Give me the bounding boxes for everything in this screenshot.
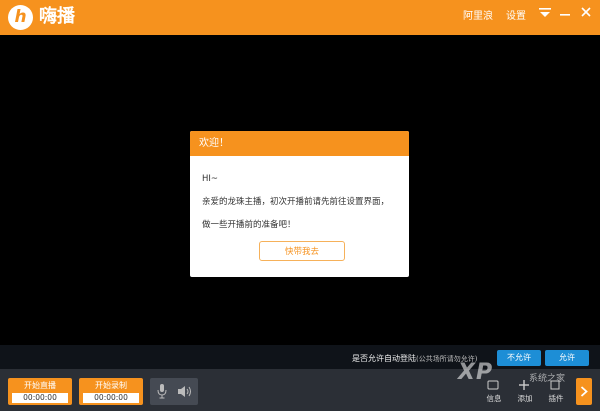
auto-login-text: 是否允许自动登陆 bbox=[352, 354, 416, 363]
app-logo: h bbox=[8, 5, 33, 30]
dialog-message: 亲爱的龙珠主播，初次开播前请先前往设置界面， bbox=[202, 197, 390, 207]
dropdown-menu-icon[interactable] bbox=[539, 8, 551, 18]
chevron-right-icon bbox=[580, 386, 588, 397]
plugin-icon bbox=[550, 380, 560, 390]
logo-glyph: h bbox=[14, 7, 27, 27]
welcome-dialog: 欢迎！ HI~ 亲爱的龙珠主播，初次开播前请先前往设置界面， 做一些开播前的准备… bbox=[190, 131, 409, 277]
add-label: 添加 bbox=[517, 394, 533, 403]
settings-link[interactable]: 设置 bbox=[506, 7, 526, 22]
deny-button[interactable]: 不允许 bbox=[497, 350, 541, 366]
record-timer: 00:00:00 bbox=[83, 393, 139, 403]
plugin-label: 插件 bbox=[548, 394, 564, 403]
dialog-title: 欢迎！ bbox=[190, 131, 409, 156]
dialog-greeting: HI~ bbox=[202, 174, 219, 184]
close-icon[interactable] bbox=[580, 6, 592, 18]
go-to-settings-button[interactable]: 快带我去 bbox=[259, 241, 345, 261]
dialog-message-2: 做一些开播前的准备吧！ bbox=[202, 220, 296, 230]
add-icon bbox=[519, 380, 529, 390]
start-record-label: 开始录制 bbox=[95, 381, 127, 390]
username-link[interactable]: 阿里浪 bbox=[463, 7, 493, 22]
dialog-body: HI~ 亲爱的龙珠主播，初次开播前请先前往设置界面， 做一些开播前的准备吧！ bbox=[190, 156, 409, 242]
info-icon bbox=[487, 380, 499, 390]
microphone-icon[interactable] bbox=[157, 384, 167, 399]
app-name: 嗨播 bbox=[39, 6, 75, 27]
info-tool[interactable]: 信息 bbox=[482, 379, 504, 406]
minimize-icon[interactable] bbox=[559, 8, 571, 18]
title-bar: h 嗨播 阿里浪 设置 bbox=[0, 0, 600, 35]
audio-controls bbox=[150, 378, 198, 405]
start-live-button[interactable]: 开始直播 00:00:00 bbox=[8, 378, 72, 405]
expand-button[interactable] bbox=[576, 378, 592, 405]
allow-button[interactable]: 允许 bbox=[545, 350, 589, 366]
start-live-label: 开始直播 bbox=[24, 381, 56, 390]
plugin-tool[interactable]: 插件 bbox=[544, 379, 566, 406]
add-tool[interactable]: 添加 bbox=[513, 379, 535, 406]
speaker-icon[interactable] bbox=[178, 385, 193, 398]
info-label: 信息 bbox=[486, 394, 502, 403]
start-record-button[interactable]: 开始录制 00:00:00 bbox=[79, 378, 143, 405]
live-timer: 00:00:00 bbox=[12, 393, 68, 403]
